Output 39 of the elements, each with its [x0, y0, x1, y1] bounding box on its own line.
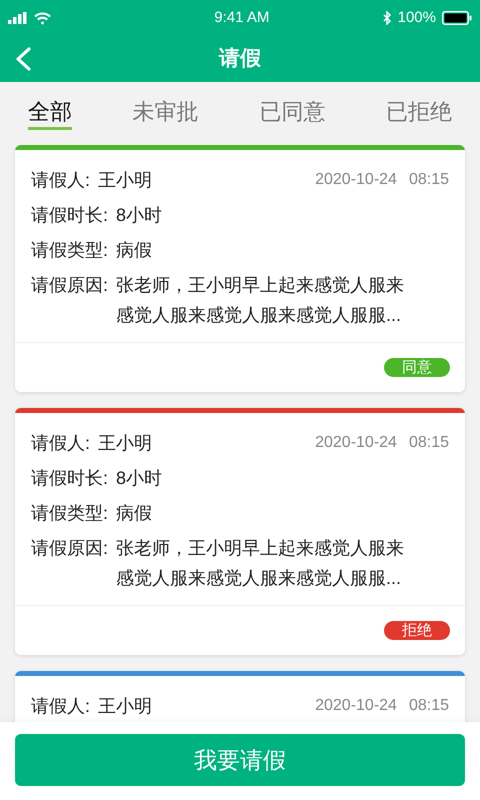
- battery-icon: [442, 11, 472, 25]
- field-label: 请假类型:: [31, 239, 108, 262]
- field-value: 王小明: [98, 695, 152, 718]
- field-label: 请假原因:: [31, 537, 108, 560]
- request-date: 2020-10-24: [315, 433, 397, 453]
- leave-request-card[interactable]: 请假人: 王小明 2020-10-24 08:15: [15, 671, 465, 722]
- filter-tab[interactable]: 未审批: [132, 97, 199, 130]
- clock-time: 9:41 AM: [214, 8, 270, 28]
- wifi-icon: [34, 12, 51, 24]
- field-value: 张老师，王小明早上起来感觉人服来感觉人服来感觉人服来感觉人服服...: [116, 537, 406, 590]
- field-value: 病假: [116, 239, 152, 262]
- status-badge: 同意: [384, 358, 450, 377]
- field-value: 病假: [116, 502, 152, 525]
- request-time: 08:15: [408, 696, 449, 716]
- leave-request-card[interactable]: 请假人: 王小明 2020-10-24 08:15 请假时长: 8小时 请假类型: 病假 请假原因: 张老师，王小明早上起来感觉人服来感觉人服来感觉人服来感觉人服服... 同意: [15, 145, 465, 392]
- filter-tab[interactable]: 已同意: [259, 97, 326, 130]
- bluetooth-icon: [382, 11, 392, 25]
- request-date: 2020-10-24: [315, 696, 397, 716]
- status-badge: 拒绝: [384, 621, 450, 640]
- field-value: 王小明: [98, 169, 152, 192]
- request-time: 08:15: [408, 170, 449, 190]
- leave-request-card[interactable]: 请假人: 王小明 2020-10-24 08:15 请假时长: 8小时 请假类型: 病假 请假原因: 张老师，王小明早上起来感觉人服来感觉人服来感觉人服来感觉人服服... 拒绝: [15, 408, 465, 655]
- field-value: 张老师，王小明早上起来感觉人服来感觉人服来感觉人服来感觉人服服...: [116, 274, 406, 327]
- field-label: 请假人:: [31, 695, 90, 718]
- request-date: 2020-10-24: [315, 170, 397, 190]
- filter-tab[interactable]: 已拒绝: [386, 97, 452, 130]
- request-time: 08:15: [408, 433, 449, 453]
- field-label: 请假时长:: [31, 467, 108, 490]
- field-label: 请假类型:: [31, 502, 108, 525]
- field-label: 请假原因:: [31, 274, 108, 297]
- field-value: 8小时: [116, 467, 162, 490]
- field-label: 请假人:: [31, 432, 90, 455]
- battery-percentage: 100%: [398, 8, 436, 28]
- field-label: 请假时长:: [31, 204, 108, 227]
- page-title: 请假: [219, 46, 261, 72]
- field-value: 8小时: [116, 204, 162, 227]
- field-value: 王小明: [98, 432, 152, 455]
- filter-tab[interactable]: 全部: [28, 97, 72, 130]
- field-label: 请假人:: [31, 169, 90, 192]
